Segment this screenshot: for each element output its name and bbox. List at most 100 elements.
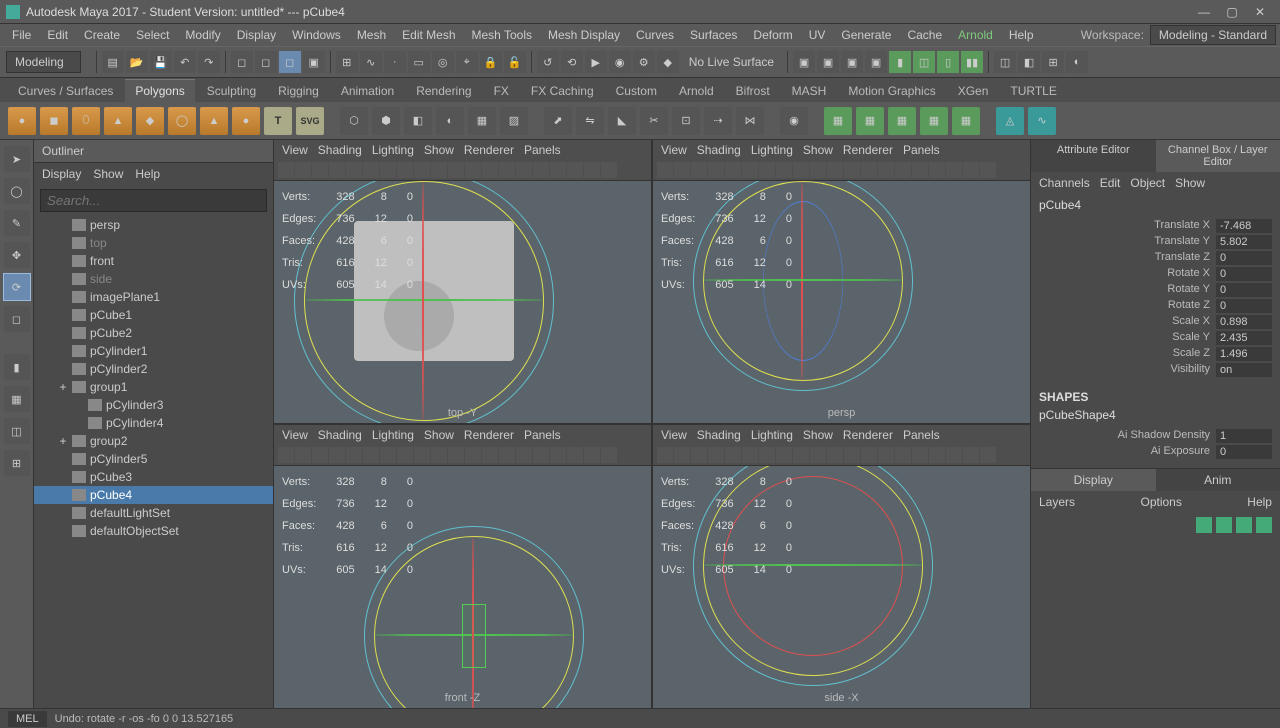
menu-create[interactable]: Create bbox=[76, 25, 128, 45]
vp-tool-icon[interactable] bbox=[499, 162, 515, 178]
separate-icon[interactable]: ⬢ bbox=[372, 107, 400, 135]
vp-tool-icon[interactable] bbox=[827, 162, 843, 178]
selected-object-name[interactable]: pCube4 bbox=[1031, 194, 1280, 216]
vp-tool-icon[interactable] bbox=[810, 162, 826, 178]
lock-icon[interactable]: 🔒 bbox=[480, 51, 502, 73]
vp-tool-icon[interactable] bbox=[861, 162, 877, 178]
poly-disc-icon[interactable]: ● bbox=[232, 107, 260, 135]
outliner-search[interactable] bbox=[40, 189, 267, 212]
vp-tool-icon[interactable] bbox=[759, 162, 775, 178]
outliner-item-pCube4[interactable]: pCube4 bbox=[34, 486, 273, 504]
scale-tool-icon[interactable]: ◻ bbox=[4, 306, 30, 332]
vp-tool-icon[interactable] bbox=[980, 447, 996, 463]
uv-planar-icon[interactable]: ▦ bbox=[824, 107, 852, 135]
outliner-item-front[interactable]: front bbox=[34, 252, 273, 270]
vp-tool-icon[interactable] bbox=[482, 162, 498, 178]
layer-menu-help[interactable]: Help bbox=[1247, 495, 1272, 509]
vp-tool-icon[interactable] bbox=[742, 447, 758, 463]
layer-tab-anim[interactable]: Anim bbox=[1156, 469, 1280, 491]
open-scene-icon[interactable]: 📂 bbox=[126, 51, 148, 73]
menu-surfaces[interactable]: Surfaces bbox=[682, 25, 745, 45]
select-by-hierarchy-icon[interactable]: ◻ bbox=[231, 51, 253, 73]
unlock-icon[interactable]: 🔓 bbox=[504, 51, 526, 73]
layout-four-icon[interactable]: ▦ bbox=[4, 386, 30, 412]
vp-tool-icon[interactable] bbox=[414, 162, 430, 178]
connect-icon[interactable]: ⇢ bbox=[704, 107, 732, 135]
smooth-icon[interactable]: ◐ bbox=[436, 107, 464, 135]
vp-tool-icon[interactable] bbox=[691, 162, 707, 178]
vp-tool-icon[interactable] bbox=[363, 162, 379, 178]
vp-tool-icon[interactable] bbox=[929, 162, 945, 178]
layer-new-selected-icon[interactable] bbox=[1256, 517, 1272, 533]
shelf-tab-rendering[interactable]: Rendering bbox=[406, 80, 481, 102]
outliner-item-defaultObjectSet[interactable]: defaultObjectSet bbox=[34, 522, 273, 540]
vp-tool-icon[interactable] bbox=[431, 162, 447, 178]
vp-tool-icon[interactable] bbox=[912, 447, 928, 463]
menu-display[interactable]: Display bbox=[229, 25, 284, 45]
vp-menu-renderer[interactable]: Renderer bbox=[464, 428, 514, 442]
render-icon[interactable]: ▶ bbox=[585, 51, 607, 73]
poly-pyramid-icon[interactable]: ▲ bbox=[200, 107, 228, 135]
insert-edge-icon[interactable]: ⊡ bbox=[672, 107, 700, 135]
vp-tool-icon[interactable] bbox=[708, 447, 724, 463]
layer-tab-display[interactable]: Display bbox=[1031, 469, 1156, 491]
minimize-button[interactable]: — bbox=[1190, 1, 1218, 23]
vp-tool-icon[interactable] bbox=[465, 447, 481, 463]
vp-tool-icon[interactable] bbox=[691, 447, 707, 463]
snap-plane-icon[interactable]: ▭ bbox=[408, 51, 430, 73]
normals-icon[interactable]: ◬ bbox=[996, 107, 1024, 135]
vp-tool-icon[interactable] bbox=[657, 162, 673, 178]
vp-tool-icon[interactable] bbox=[861, 447, 877, 463]
maximize-button[interactable]: ▢ bbox=[1218, 1, 1246, 23]
vp-tool-icon[interactable] bbox=[431, 447, 447, 463]
menu-help[interactable]: Help bbox=[1001, 25, 1042, 45]
menu-set-selector[interactable]: Modeling bbox=[6, 51, 81, 73]
menu-uv[interactable]: UV bbox=[801, 25, 834, 45]
vp-tool-icon[interactable] bbox=[533, 447, 549, 463]
menu-file[interactable]: File bbox=[4, 25, 39, 45]
vp-tool-icon[interactable] bbox=[980, 162, 996, 178]
shelf-tab-turtle[interactable]: TURTLE bbox=[1000, 80, 1066, 102]
outliner-item-group2[interactable]: +group2 bbox=[34, 432, 273, 450]
poly-cube-icon[interactable]: ◼ bbox=[40, 107, 68, 135]
select-by-object-icon[interactable]: ◻ bbox=[255, 51, 277, 73]
shaded-icon[interactable]: ◐ bbox=[1066, 51, 1088, 73]
vp-menu-lighting[interactable]: Lighting bbox=[372, 143, 414, 157]
shelf-tab-polygons[interactable]: Polygons bbox=[125, 79, 194, 102]
menu-select[interactable]: Select bbox=[128, 25, 177, 45]
vp-tool-icon[interactable] bbox=[516, 447, 532, 463]
poly-cylinder-icon[interactable]: ⬯ bbox=[72, 107, 100, 135]
vp-tool-icon[interactable] bbox=[567, 447, 583, 463]
vp-menu-renderer[interactable]: Renderer bbox=[843, 428, 893, 442]
vp-tool-icon[interactable] bbox=[278, 447, 294, 463]
shelf-tab-mash[interactable]: MASH bbox=[782, 80, 837, 102]
channel-value[interactable]: 0 bbox=[1216, 299, 1272, 313]
menu-mesh[interactable]: Mesh bbox=[349, 25, 394, 45]
render-current-icon[interactable]: ▣ bbox=[817, 51, 839, 73]
vp-menu-renderer[interactable]: Renderer bbox=[843, 143, 893, 157]
vp-tool-icon[interactable] bbox=[312, 447, 328, 463]
snap-point-icon[interactable]: · bbox=[384, 51, 406, 73]
vp-menu-panels[interactable]: Panels bbox=[903, 428, 940, 442]
undo-icon[interactable]: ↶ bbox=[174, 51, 196, 73]
snap-grid-icon[interactable]: ⊞ bbox=[336, 51, 358, 73]
snap-curve-icon[interactable]: ∿ bbox=[360, 51, 382, 73]
channel-menu-object[interactable]: Object bbox=[1130, 176, 1165, 190]
vp-tool-icon[interactable] bbox=[516, 162, 532, 178]
vp-tool-icon[interactable] bbox=[380, 162, 396, 178]
wireframe-icon[interactable]: ⊞ bbox=[1042, 51, 1064, 73]
channel-menu-show[interactable]: Show bbox=[1175, 176, 1205, 190]
vp-tool-icon[interactable] bbox=[946, 162, 962, 178]
vp-tool-icon[interactable] bbox=[963, 162, 979, 178]
viewport-side[interactable]: ViewShadingLightingShowRendererPanels Ve… bbox=[653, 425, 1030, 708]
menu-generate[interactable]: Generate bbox=[833, 25, 899, 45]
vp-tool-icon[interactable] bbox=[929, 447, 945, 463]
shelf-tab-xgen[interactable]: XGen bbox=[948, 80, 999, 102]
shelf-tab-custom[interactable]: Custom bbox=[606, 80, 667, 102]
vp-menu-lighting[interactable]: Lighting bbox=[751, 428, 793, 442]
redo-icon[interactable]: ↷ bbox=[198, 51, 220, 73]
outliner-menu-help[interactable]: Help bbox=[135, 167, 160, 181]
layout-two-icon[interactable]: ◫ bbox=[4, 418, 30, 444]
vp-tool-icon[interactable] bbox=[759, 447, 775, 463]
outliner-item-pCylinder4[interactable]: pCylinder4 bbox=[34, 414, 273, 432]
